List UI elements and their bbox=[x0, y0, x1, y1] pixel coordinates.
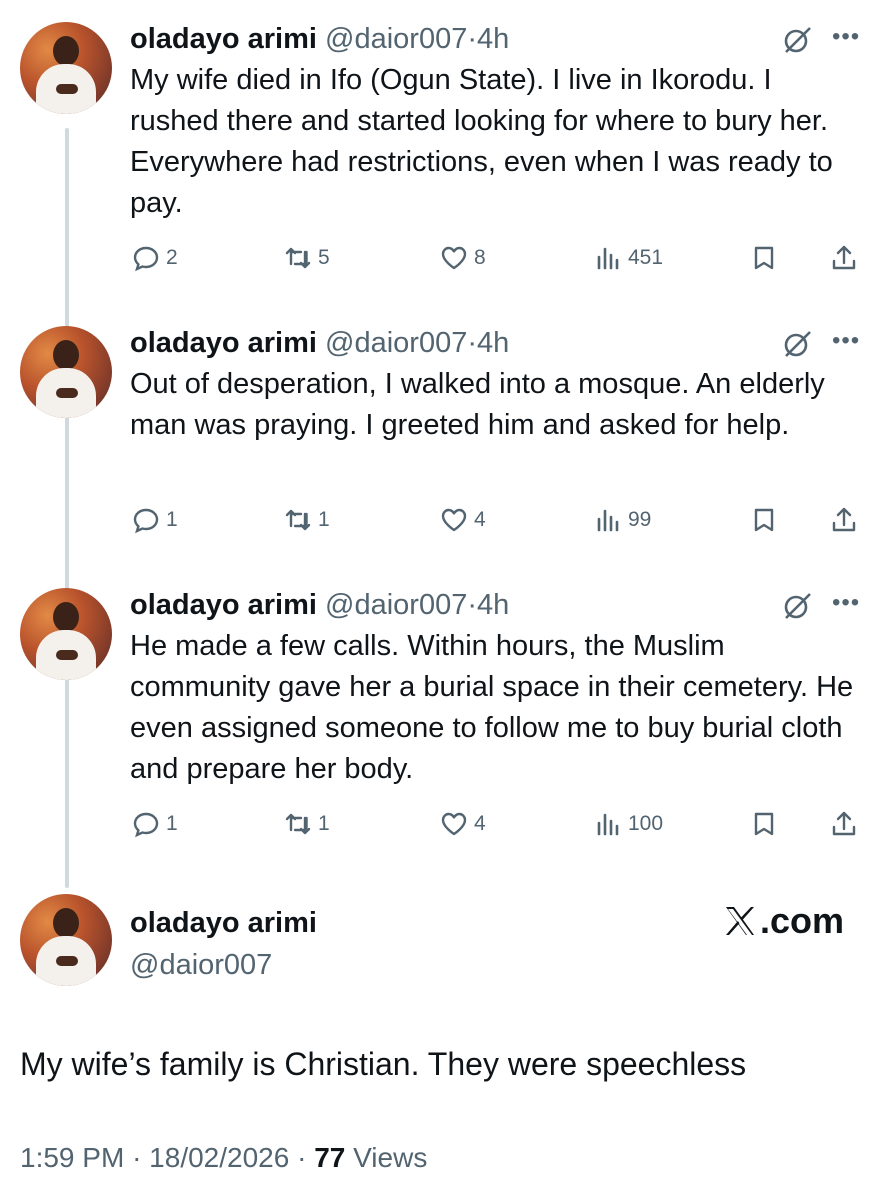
tweet-actions: 1 1 4 100 bbox=[0, 806, 884, 842]
separator: · bbox=[467, 23, 478, 55]
avatar[interactable] bbox=[20, 588, 112, 680]
separator: · bbox=[297, 1142, 307, 1173]
retweet-icon bbox=[285, 813, 311, 835]
bookmark-icon bbox=[754, 812, 774, 836]
views-button[interactable]: 99 bbox=[594, 502, 651, 538]
retweet-count: 1 bbox=[318, 508, 330, 531]
reply-icon bbox=[133, 508, 159, 534]
more-icon[interactable]: ••• bbox=[832, 22, 860, 52]
like-count: 8 bbox=[474, 246, 486, 269]
retweet-button[interactable]: 1 bbox=[284, 806, 330, 842]
views-bar-icon bbox=[597, 509, 619, 532]
tweet-header: oladayo arimi @daior007·4h bbox=[130, 326, 509, 360]
author-name[interactable]: oladayo arimi bbox=[130, 589, 317, 621]
reply-icon bbox=[133, 812, 159, 838]
author-handle[interactable]: @daior007 bbox=[130, 948, 317, 982]
retweet-button[interactable]: 1 bbox=[284, 502, 330, 538]
share-button[interactable] bbox=[830, 502, 858, 538]
grok-icon[interactable] bbox=[780, 590, 814, 622]
share-icon bbox=[832, 811, 856, 836]
views-count: 99 bbox=[628, 508, 652, 531]
retweet-count: 1 bbox=[318, 812, 330, 835]
heart-icon bbox=[441, 246, 467, 270]
share-button[interactable] bbox=[830, 240, 858, 276]
share-icon bbox=[832, 245, 856, 270]
reply-icon bbox=[133, 246, 159, 272]
like-button[interactable]: 4 bbox=[440, 806, 486, 842]
author-name[interactable]: oladayo arimi bbox=[130, 906, 317, 940]
reply-count: 2 bbox=[166, 246, 178, 269]
heart-icon bbox=[441, 812, 467, 836]
author-handle[interactable]: @daior007 bbox=[325, 327, 467, 359]
views-button[interactable]: 100 bbox=[594, 806, 663, 842]
timestamp[interactable]: 4h bbox=[477, 327, 509, 359]
reply-count: 1 bbox=[166, 508, 178, 531]
reply-button[interactable]: 1 bbox=[132, 806, 178, 842]
tweet-actions: 2 5 8 451 bbox=[0, 240, 884, 276]
bookmark-icon bbox=[754, 246, 774, 270]
brand-text: .com bbox=[760, 900, 845, 941]
bookmark-icon bbox=[754, 508, 774, 532]
separator: · bbox=[132, 1142, 142, 1173]
avatar[interactable] bbox=[20, 894, 112, 986]
bookmark-button[interactable] bbox=[750, 806, 778, 842]
views-count: 100 bbox=[628, 812, 664, 835]
main-tweet-text: My wife’s family is Christian. They were… bbox=[20, 1046, 747, 1082]
avatar[interactable] bbox=[20, 22, 112, 114]
views-label: Views bbox=[353, 1142, 428, 1173]
grok-icon[interactable] bbox=[780, 328, 814, 360]
views-bar-icon bbox=[597, 247, 619, 270]
like-button[interactable]: 4 bbox=[440, 502, 486, 538]
reply-count: 1 bbox=[166, 812, 178, 835]
tweet-text: My wife died in Ifo (Ogun State). I live… bbox=[130, 64, 833, 219]
main-tweet-header: oladayo arimi @daior007 bbox=[130, 906, 317, 982]
reply-button[interactable]: 2 bbox=[132, 240, 178, 276]
author-handle[interactable]: @daior007 bbox=[325, 589, 467, 621]
more-icon[interactable]: ••• bbox=[832, 588, 860, 618]
separator: · bbox=[467, 589, 478, 621]
separator: · bbox=[467, 327, 478, 359]
avatar[interactable] bbox=[20, 326, 112, 418]
more-icon[interactable]: ••• bbox=[832, 326, 860, 356]
views-count[interactable]: 77 bbox=[314, 1142, 345, 1173]
tweet-text: He made a few calls. Within hours, the M… bbox=[130, 630, 854, 785]
author-name[interactable]: oladayo arimi bbox=[130, 327, 317, 359]
retweet-button[interactable]: 5 bbox=[284, 240, 330, 276]
reply-button[interactable]: 1 bbox=[132, 502, 178, 538]
retweet-icon bbox=[285, 509, 311, 531]
views-count: 451 bbox=[628, 246, 664, 269]
x-com-link[interactable]: .com bbox=[722, 900, 844, 942]
heart-icon bbox=[441, 508, 467, 532]
tweet-header: oladayo arimi @daior007·4h bbox=[130, 22, 509, 56]
like-count: 4 bbox=[474, 508, 486, 531]
tweet-footer: 1:59 PM · 18/02/2026 · 77 Views bbox=[20, 1140, 427, 1176]
like-count: 4 bbox=[474, 812, 486, 835]
timestamp[interactable]: 4h bbox=[477, 23, 509, 55]
tweet-header: oladayo arimi @daior007·4h bbox=[130, 588, 509, 622]
bookmark-button[interactable] bbox=[750, 240, 778, 276]
views-button[interactable]: 451 bbox=[594, 240, 663, 276]
post-date[interactable]: 18/02/2026 bbox=[149, 1142, 289, 1173]
author-handle[interactable]: @daior007 bbox=[325, 23, 467, 55]
bookmark-button[interactable] bbox=[750, 502, 778, 538]
like-button[interactable]: 8 bbox=[440, 240, 486, 276]
post-time[interactable]: 1:59 PM bbox=[20, 1142, 124, 1173]
x-logo-icon bbox=[726, 907, 754, 935]
share-button[interactable] bbox=[830, 806, 858, 842]
share-icon bbox=[832, 507, 856, 532]
grok-icon[interactable] bbox=[780, 24, 814, 56]
tweet-actions: 1 1 4 99 bbox=[0, 502, 884, 538]
tweet-text: Out of desperation, I walked into a mosq… bbox=[130, 368, 825, 441]
retweet-count: 5 bbox=[318, 246, 330, 269]
views-bar-icon bbox=[597, 813, 619, 836]
timestamp[interactable]: 4h bbox=[477, 589, 509, 621]
retweet-icon bbox=[285, 247, 311, 269]
author-name[interactable]: oladayo arimi bbox=[130, 23, 317, 55]
